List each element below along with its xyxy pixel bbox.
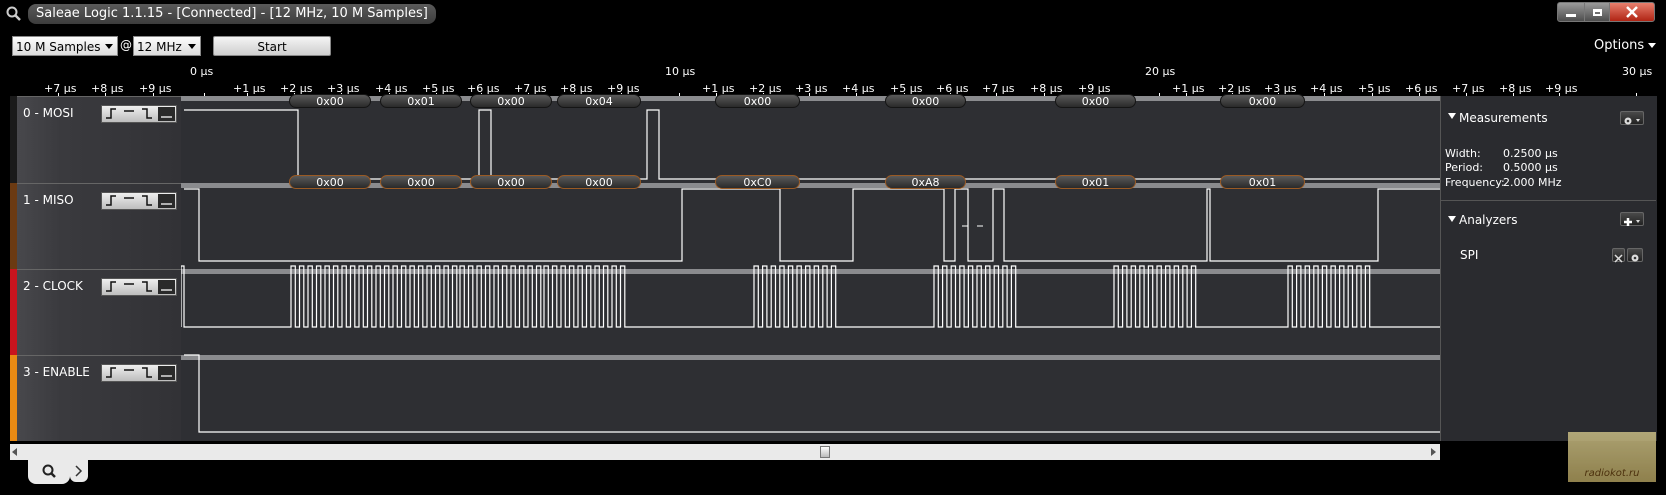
ruler-label: +4 µs [1310, 82, 1343, 95]
mosi-signal [184, 109, 1440, 180]
gear-icon[interactable] [1627, 248, 1643, 262]
bottom-bar [0, 460, 1666, 495]
period-label: Period: [1445, 161, 1484, 174]
mosi-decoded-byte[interactable]: 0x00 [1220, 94, 1305, 108]
channel-color-bar [10, 269, 17, 355]
scroll-right-icon[interactable] [1431, 448, 1436, 456]
maximize-icon[interactable] [1584, 2, 1610, 22]
miso-decoded-byte[interactable]: 0xA8 [885, 175, 966, 189]
close-icon[interactable] [1612, 248, 1625, 263]
analyzers-title: Analyzers [1459, 213, 1518, 227]
miso-decoded-byte[interactable]: 0x01 [1055, 175, 1136, 189]
channel-name: 0 - MOSI [23, 106, 74, 120]
collapse-icon[interactable] [1448, 216, 1456, 222]
add-analyzer-icon[interactable] [1620, 212, 1644, 226]
watermark-text: radiokot.ru [1584, 468, 1640, 479]
waveforms [181, 109, 1440, 433]
channel-name: 1 - MISO [23, 193, 74, 207]
mosi-decoded-byte[interactable]: 0x04 [557, 94, 641, 108]
chevron-right-icon [75, 465, 83, 477]
mosi-decoded-byte[interactable]: 0x00 [289, 94, 371, 108]
miso-decoded-byte[interactable]: 0xC0 [715, 175, 800, 189]
channel-name: 2 - CLOCK [23, 279, 83, 293]
mosi-decoded-byte[interactable]: 0x00 [1055, 94, 1136, 108]
channel-color-bar [10, 96, 17, 183]
enable-signal [184, 354, 1440, 433]
ruler-label: +7 µs [982, 82, 1015, 95]
chevron-down-icon [1648, 43, 1657, 48]
mosi-decoded-byte[interactable]: 0x00 [715, 94, 800, 108]
samples-value: 10 M Samples [16, 40, 101, 54]
ruler-label: 10 µs [665, 65, 696, 78]
ruler-label: +8 µs [1030, 82, 1063, 95]
measurements-gear-icon[interactable] [1620, 111, 1644, 125]
search-icon [6, 6, 22, 22]
miso-decoded-byte[interactable]: 0x00 [380, 175, 462, 189]
rate-select[interactable]: 12 MHz [133, 36, 201, 56]
ruler-label: +9 µs [139, 82, 172, 95]
ruler-label: +1 µs [233, 82, 266, 95]
width-label: Width: [1445, 147, 1481, 160]
ruler-label: +8 µs [91, 82, 124, 95]
trigger-buttons[interactable] [101, 278, 177, 296]
mosi-decoded-byte[interactable]: 0x01 [380, 94, 462, 108]
scroll-left-icon[interactable] [12, 448, 17, 456]
close-icon[interactable] [1609, 2, 1655, 22]
ruler-label: +4 µs [842, 82, 875, 95]
rate-value: 12 MHz [137, 40, 182, 54]
clock-trace [181, 265, 1440, 328]
options-button[interactable]: Options [1594, 38, 1657, 53]
samples-select[interactable]: 10 M Samples [12, 36, 118, 56]
ruler-label: +5 µs [1358, 82, 1391, 95]
ruler-label: +7 µs [44, 82, 77, 95]
at-label: @ [120, 38, 132, 52]
watermark-logo: radiokot.ru [1568, 432, 1656, 482]
channel-color-bar [10, 183, 17, 269]
miso-signal [184, 188, 1440, 262]
channel-color-bar [10, 355, 17, 441]
miso-decoded-byte[interactable]: 0x00 [289, 175, 371, 189]
collapse-icon[interactable] [1448, 113, 1456, 119]
channel-name: 3 - ENABLE [23, 365, 90, 379]
ruler-label: +3 µs [795, 82, 828, 95]
search-tab[interactable] [28, 460, 70, 484]
mosi-decoded-byte[interactable]: 0x00 [470, 94, 552, 108]
mosi-decoded-byte[interactable]: 0x00 [885, 94, 966, 108]
analyzer-item-spi[interactable]: SPI [1460, 248, 1478, 262]
search-icon [42, 464, 56, 478]
frequency-value: 2.000 MHz [1503, 176, 1562, 189]
measurements-title: Measurements [1459, 111, 1548, 125]
clock-signal [181, 265, 1440, 328]
chevron-down-icon [188, 44, 196, 49]
frequency-label: Frequency: [1445, 176, 1505, 189]
ruler-label: +8 µs [1499, 82, 1532, 95]
ruler-label: 30 µs [1622, 65, 1653, 78]
period-value: 0.5000 µs [1503, 161, 1558, 174]
divider [1440, 200, 1656, 201]
ruler-label: +7 µs [1452, 82, 1485, 95]
scroll-thumb[interactable] [820, 446, 830, 458]
trigger-buttons[interactable] [101, 105, 177, 123]
ruler-label: +1 µs [1172, 82, 1205, 95]
ruler-label: +6 µs [1405, 82, 1438, 95]
ruler-label: +9 µs [1545, 82, 1578, 95]
ruler-label: 0 µs [190, 65, 214, 78]
width-value: 0.2500 µs [1503, 147, 1558, 160]
window-title: Saleae Logic 1.1.15 - [Connected] - [12 … [28, 4, 436, 24]
miso-decoded-byte[interactable]: 0x00 [557, 175, 641, 189]
options-label: Options [1594, 38, 1645, 53]
trigger-buttons[interactable] [101, 192, 177, 210]
trigger-buttons[interactable] [101, 364, 177, 382]
start-button[interactable]: Start [213, 36, 331, 56]
minimize-icon[interactable] [1557, 2, 1585, 22]
expand-tab[interactable] [70, 460, 88, 482]
chevron-down-icon [105, 44, 113, 49]
miso-decoded-byte[interactable]: 0x00 [470, 175, 552, 189]
ruler-label: 20 µs [1145, 65, 1176, 78]
miso-decoded-byte[interactable]: 0x01 [1220, 175, 1305, 189]
horizontal-scrollbar[interactable] [10, 444, 1440, 460]
